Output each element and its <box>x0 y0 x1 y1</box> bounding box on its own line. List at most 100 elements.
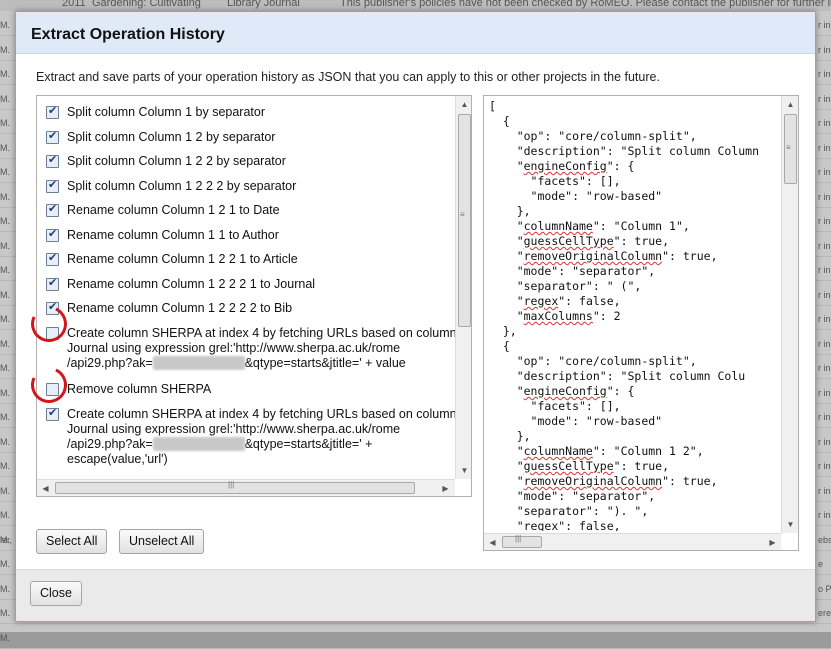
background-cell-fragment: r in <box>818 412 831 422</box>
operation-checkbox[interactable] <box>46 202 59 217</box>
grip-icon: ≡ <box>786 143 791 152</box>
json-line: "facets": [], <box>489 399 621 413</box>
json-line: }, <box>489 429 531 443</box>
close-button[interactable]: Close <box>30 581 82 606</box>
background-cell-fragment: r in <box>818 20 831 30</box>
scroll-right-arrow-icon[interactable]: ▶ <box>764 534 781 550</box>
select-all-button[interactable]: Select All <box>36 529 108 554</box>
extract-operation-history-dialog: Extract Operation History Extract and sa… <box>15 11 816 622</box>
operation-label: Split column Column 1 2 2 2 by separator <box>67 179 297 193</box>
background-cell-fragment: e <box>818 559 824 569</box>
background-cell-fragment: r in <box>818 191 831 202</box>
bg-journal: Library Journal <box>227 0 300 9</box>
background-cell-fragment: r in <box>818 461 831 471</box>
operation-checkbox[interactable] <box>46 104 59 119</box>
background-row <box>0 625 831 649</box>
spellcheck-flagged-key: regex <box>523 519 559 531</box>
json-horizontal-scrollbar[interactable]: ◀ ||| ▶ <box>484 533 781 550</box>
background-cell-fragment: r in <box>818 436 831 447</box>
operations-vertical-scrollbar[interactable]: ▲ ≡ ▼ <box>455 96 471 479</box>
dialog-footer: Close <box>16 569 815 621</box>
background-cell-fragment: r in <box>818 118 831 128</box>
operation-checkbox[interactable] <box>46 153 59 168</box>
json-line: "regex": false, <box>489 519 621 531</box>
operations-horizontal-scrollbar[interactable]: ◀ ||| ▶ <box>37 479 455 496</box>
scroll-up-arrow-icon[interactable]: ▲ <box>782 96 798 113</box>
background-top-row: 2011 Gardening: Cultivating Library Jour… <box>0 0 831 11</box>
json-line: "mode": "row-based" <box>489 414 663 428</box>
spellcheck-flagged-key: removeOriginalColumn <box>523 249 663 263</box>
scroll-thumb[interactable]: ≡ <box>784 114 797 184</box>
background-cell-fragment: r in <box>818 142 831 153</box>
spellcheck-flagged-key: columnName <box>523 444 593 458</box>
scroll-up-arrow-icon[interactable]: ▲ <box>456 96 471 113</box>
json-line: "mode": "row-based" <box>489 189 663 203</box>
background-cell-fragment: r in <box>818 265 831 275</box>
background-cell-fragment: r in <box>818 289 831 300</box>
scroll-thumb[interactable]: ||| <box>55 480 415 494</box>
scroll-left-arrow-icon[interactable]: ◀ <box>37 480 54 496</box>
json-line: "engineConfig": { <box>489 384 635 398</box>
background-cell-fragment: r in <box>818 387 831 398</box>
redacted-api-key: XXXXXXXXXXX <box>152 437 245 451</box>
json-line: "mode": "separator", <box>489 264 656 278</box>
json-line: [ <box>489 99 496 113</box>
scroll-thumb[interactable]: ≡ <box>458 114 471 327</box>
spellcheck-flagged-key: engineConfig <box>523 384 607 398</box>
json-line: "description": "Split column Column <box>489 144 760 158</box>
json-line: "op": "core/column-split", <box>489 129 697 143</box>
operation-label: Split column Column 1 2 2 by separator <box>67 154 286 168</box>
json-line: }, <box>489 204 531 218</box>
bg-title: Gardening: Cultivating <box>92 0 201 9</box>
operation-checkbox[interactable] <box>46 178 59 193</box>
scroll-down-arrow-icon[interactable]: ▼ <box>456 462 471 479</box>
json-line: { <box>489 339 510 353</box>
operations-list-panel[interactable]: Split column Column 1 by separator Split … <box>36 95 472 497</box>
operation-checkbox[interactable] <box>46 129 59 144</box>
json-line: { <box>489 114 510 128</box>
spellcheck-flagged-key: columnName <box>523 219 593 233</box>
background-cell-fragment: M. <box>0 632 10 643</box>
operation-checkbox[interactable] <box>46 406 59 421</box>
json-line: "engineConfig": { <box>489 159 635 173</box>
background-cell-fragment: r in <box>818 510 831 520</box>
operation-label: Rename column Column 1 2 1 to Date <box>67 203 280 217</box>
json-line: "columnName": "Column 1 2", <box>489 444 704 458</box>
operation-label: Rename column Column 1 1 to Author <box>67 228 279 242</box>
background-cell-fragment: r in <box>818 338 831 349</box>
spellcheck-flagged-key: engineConfig <box>523 159 607 173</box>
spellcheck-flagged-key: maxColumns <box>523 309 593 323</box>
background-cell-fragment: r in <box>818 93 831 104</box>
spellcheck-flagged-key: regex <box>523 294 559 308</box>
scroll-right-arrow-icon[interactable]: ▶ <box>437 480 454 496</box>
json-line: "separator": " (", <box>489 279 642 293</box>
background-cell-fragment: ebs <box>818 534 831 545</box>
background-cell-fragment: o P <box>818 583 831 594</box>
spellcheck-flagged-key: removeOriginalColumn <box>523 474 663 488</box>
json-output-textarea[interactable]: [ { "op": "core/column-split", "descript… <box>483 95 799 551</box>
json-vertical-scrollbar[interactable]: ▲ ≡ ▼ <box>781 96 798 533</box>
operation-checkbox[interactable] <box>46 276 59 291</box>
grip-icon: ||| <box>228 480 235 489</box>
scroll-left-arrow-icon[interactable]: ◀ <box>484 534 501 550</box>
background-cell-fragment: r in <box>818 363 831 373</box>
json-line: "regex": false, <box>489 294 621 308</box>
operation-label-part: &qtype=starts&jtitle=' + value <box>244 356 406 370</box>
json-line: "maxColumns": 2 <box>489 309 621 323</box>
json-line: "separator": "). ", <box>489 504 649 518</box>
operation-checkbox[interactable] <box>46 251 59 266</box>
operation-label: Remove column SHERPA <box>67 382 212 396</box>
redacted-api-key: XXXXXXXXXXX <box>152 356 245 370</box>
spellcheck-flagged-key: guessCellType <box>523 234 614 248</box>
grip-icon: ≡ <box>460 210 465 219</box>
background-cell-fragment: r in <box>818 485 831 496</box>
scroll-thumb[interactable]: ||| <box>502 534 542 548</box>
background-cell-fragment: r in <box>818 167 831 177</box>
operation-label: Create column SHERPA at index 4 by fetch… <box>67 326 455 371</box>
operation-label: Split column Column 1 2 by separator <box>67 130 276 144</box>
json-text: [ { "op": "core/column-split", "descript… <box>489 99 781 531</box>
unselect-all-button[interactable]: Unselect All <box>119 529 205 554</box>
operation-checkbox[interactable] <box>46 227 59 242</box>
background-cell-fragment: r in <box>818 216 831 226</box>
scroll-down-arrow-icon[interactable]: ▼ <box>782 516 798 533</box>
